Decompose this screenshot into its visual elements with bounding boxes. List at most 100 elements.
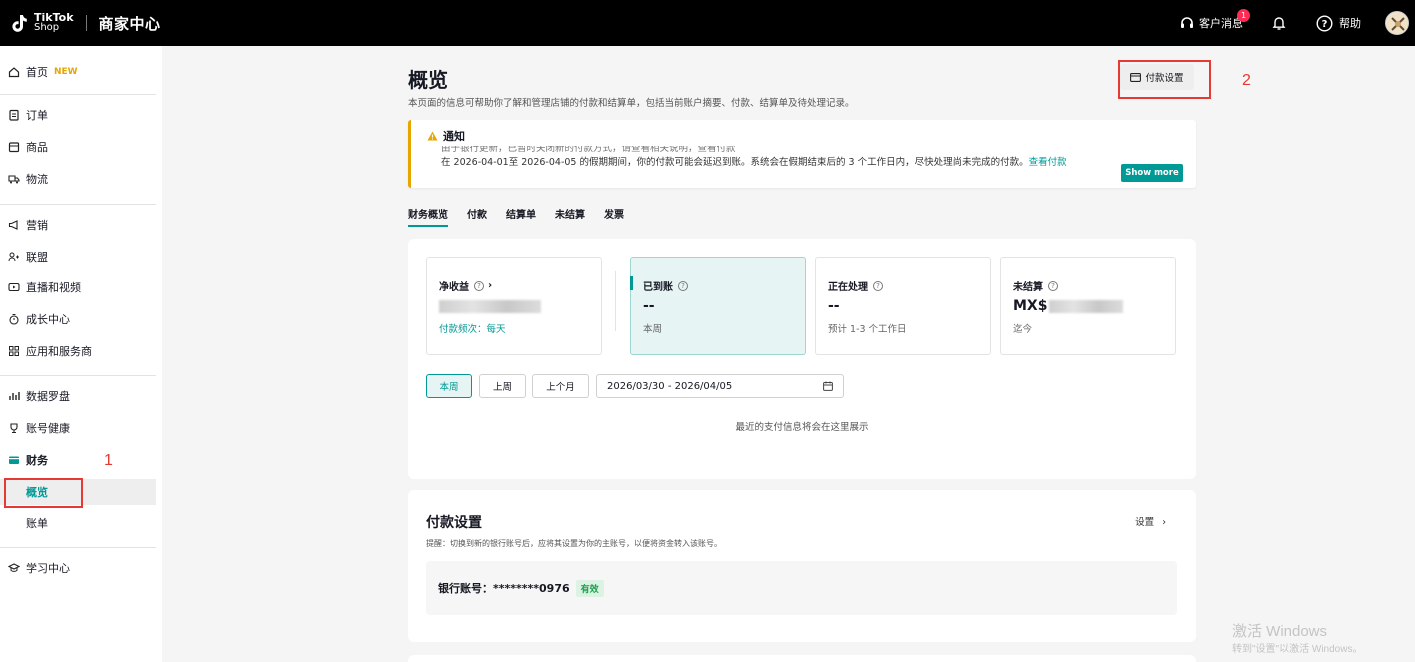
notice-text-line2: 在 2026-04-01至 2026-04-05 的假期期间，你的付款可能会延迟… — [441, 154, 1067, 166]
sidebar-item-label: 成长中心 — [26, 313, 70, 326]
net-income-label: 净收益 — [439, 282, 469, 293]
logo-divider — [85, 15, 87, 31]
sidebar-item-home[interactable]: 首页 NEW — [0, 59, 156, 85]
unsettled-label: 未结算 — [1013, 282, 1043, 293]
headset-icon — [1181, 17, 1193, 28]
trophy-icon — [8, 422, 20, 434]
help-circle-icon: ? — [1316, 14, 1333, 32]
sidebar-item-apps[interactable]: 应用和服务商 — [0, 338, 156, 364]
new-badge: NEW — [54, 67, 78, 77]
received-card[interactable]: 已到账? -- 本周 — [630, 257, 806, 355]
show-more-button[interactable]: Show more — [1121, 164, 1183, 182]
svg-text:?: ? — [1322, 19, 1328, 30]
range-last-week-button[interactable]: 上周 — [479, 374, 526, 398]
chevron-right-icon[interactable]: › — [488, 280, 492, 291]
top-bar: TikTok Shop 商家中心 客户消息 1 ? 帮助 — [0, 0, 1415, 46]
view-payments-link[interactable]: 查看付款 — [1029, 157, 1067, 166]
notice-banner: 通知 由于银行更新，已暂时关闭新的付款方式，请查看相关说明，查看付款 在 202… — [408, 120, 1196, 188]
avatar[interactable] — [1385, 11, 1409, 35]
sidebar-item-label: 数据罗盘 — [26, 390, 70, 403]
tab-payments[interactable]: 付款 — [467, 206, 487, 227]
sidebar-item-growth[interactable]: 成长中心 — [0, 306, 156, 332]
sidebar-item-bills[interactable]: 账单 — [0, 510, 156, 536]
unsettled-currency: MX$ — [1013, 298, 1048, 314]
messages-badge: 1 — [1237, 9, 1250, 22]
question-icon[interactable]: ? — [678, 280, 688, 291]
sidebar-item-logistics[interactable]: 物流 — [0, 166, 156, 192]
sidebar-divider — [0, 547, 156, 548]
windows-activation-hint: 转到"设置"以激活 Windows。 — [1232, 644, 1363, 655]
sidebar-item-learning[interactable]: 学习中心 — [0, 555, 156, 581]
notifications-button[interactable] — [1271, 15, 1287, 31]
processing-estimate: 预计 1-3 个工作日 — [828, 324, 907, 335]
box-icon — [8, 141, 20, 153]
next-card — [408, 655, 1196, 662]
annotation-box-2 — [1118, 60, 1211, 99]
sidebar-item-live-video[interactable]: 直播和视频 — [0, 274, 156, 300]
sidebar-item-finance[interactable]: 财务 — [0, 447, 156, 473]
sidebar-item-label: 学习中心 — [26, 562, 70, 575]
tab-finance-overview[interactable]: 财务概览 — [408, 206, 448, 227]
sidebar-item-label: 联盟 — [26, 251, 48, 264]
sidebar-item-marketing[interactable]: 营销 — [0, 212, 156, 238]
settings-link-label: 设置 — [1135, 517, 1155, 528]
help-button[interactable]: ? 帮助 — [1316, 14, 1361, 32]
unsettled-period: 迄今 — [1013, 324, 1033, 335]
empty-payments-message: 最近的支付信息将会在这里展示 — [735, 422, 869, 433]
tab-invoices[interactable]: 发票 — [604, 206, 624, 227]
sidebar-item-label: 应用和服务商 — [26, 345, 92, 358]
bank-account-number: 银行账号：********0976 — [438, 582, 570, 595]
tab-statements[interactable]: 结算单 — [506, 206, 536, 227]
payment-settings-title: 付款设置 — [426, 515, 482, 531]
notice-text-line1: 由于银行更新，已暂时关闭新的付款方式，请查看相关说明，查看付款 — [441, 143, 736, 154]
date-range-picker[interactable]: 2026/03/30 - 2026/04/05 — [596, 374, 844, 398]
app-title: 商家中心 — [98, 14, 161, 33]
range-last-month-button[interactable]: 上个月 — [532, 374, 589, 398]
redacted-value — [439, 300, 541, 313]
question-icon[interactable]: ? — [873, 280, 883, 291]
home-icon — [8, 66, 20, 78]
notice-title: 通知 — [443, 130, 465, 143]
sidebar-item-label: 营销 — [26, 219, 48, 232]
sidebar-item-orders[interactable]: 订单 — [0, 102, 156, 128]
date-range-value: 2026/03/30 - 2026/04/05 — [607, 380, 733, 392]
calendar-icon — [823, 381, 833, 391]
warning-icon — [427, 131, 438, 141]
users-icon — [8, 251, 20, 263]
sidebar-item-label: 账号健康 — [26, 422, 70, 435]
question-icon[interactable]: ? — [1048, 280, 1058, 291]
grid-icon — [8, 345, 20, 357]
question-icon[interactable]: ? — [474, 280, 484, 291]
processing-value: -- — [828, 298, 840, 314]
received-value: -- — [643, 298, 655, 314]
sidebar: 首页 NEW 订单 商品 物流 营销 联盟 直播和视频 成长中心 应用和服务商 … — [0, 46, 162, 662]
payment-frequency-link[interactable]: 付款频次：每天 — [439, 321, 506, 335]
finance-tabs: 财务概览 付款 结算单 未结算 发票 — [408, 206, 643, 227]
sidebar-item-label: 直播和视频 — [26, 281, 81, 294]
sidebar-item-data-compass[interactable]: 数据罗盘 — [0, 383, 156, 409]
payment-settings-hint: 提醒：切换到新的银行账号后，应将其设置为你的主账号，以便将资金转入该账号。 — [426, 539, 722, 548]
page-description: 本页面的信息可帮助你了解和管理店铺的付款和结算单，包括当前账户摘要、付款、结算单… — [408, 98, 855, 109]
help-label: 帮助 — [1339, 17, 1361, 30]
tiktok-shop-logo[interactable]: TikTok Shop — [8, 12, 74, 34]
truck-icon — [8, 173, 20, 185]
sidebar-item-products[interactable]: 商品 — [0, 134, 156, 160]
stopwatch-icon — [8, 313, 20, 325]
settings-link[interactable]: 设置 › — [1135, 514, 1166, 528]
sidebar-item-label: 账单 — [26, 517, 48, 530]
sidebar-item-affiliate[interactable]: 联盟 — [0, 244, 156, 270]
tab-unsettled[interactable]: 未结算 — [555, 206, 585, 227]
processing-card[interactable]: 正在处理? -- 预计 1-3 个工作日 — [815, 257, 991, 355]
status-badge: 有效 — [575, 579, 604, 597]
divider — [615, 271, 616, 331]
annotation-box-1 — [4, 478, 83, 508]
bank-account-row: 银行账号：********0976 有效 — [426, 561, 1177, 615]
annotation-number-1: 1 — [104, 452, 113, 469]
customer-messages-button[interactable]: 客户消息 1 — [1179, 9, 1250, 31]
unsettled-card[interactable]: 未结算? MX$ 迄今 — [1000, 257, 1176, 355]
bar-chart-icon — [8, 390, 20, 402]
sidebar-item-account-health[interactable]: 账号健康 — [0, 415, 156, 441]
net-income-card[interactable]: 净收益? › 付款频次：每天 — [426, 257, 602, 355]
range-this-week-button[interactable]: 本周 — [426, 374, 472, 398]
logo-text-shop: Shop — [34, 22, 60, 33]
